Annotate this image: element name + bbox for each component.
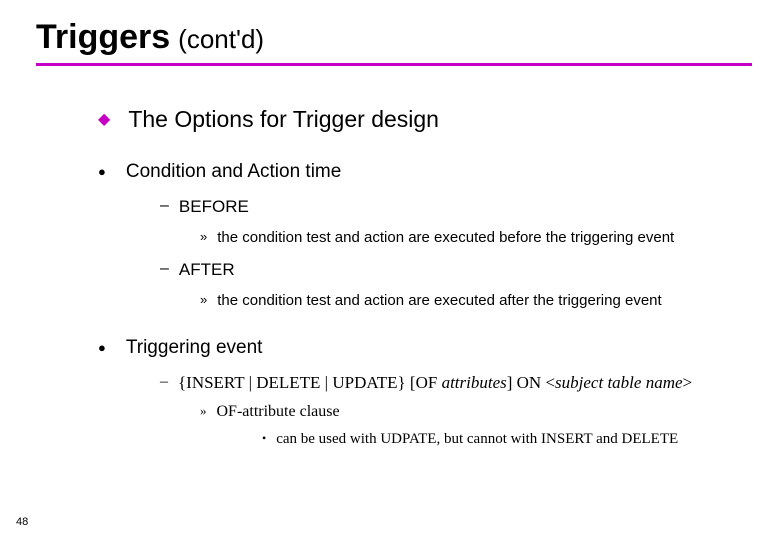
lv5-text: can be used with UDPATE, but cannot with…	[276, 431, 678, 448]
lv5-item: • can be used with UDPATE, but cannot wi…	[262, 431, 752, 448]
lv1-text: The Options for Trigger design	[128, 106, 439, 133]
title-light: (cont'd)	[178, 24, 264, 55]
lv4-item: » the condition test and action are exec…	[200, 229, 752, 246]
lv2-text: Condition and Action time	[126, 161, 341, 183]
lv4-text: the condition test and action are execut…	[217, 229, 674, 246]
dash-icon: –	[160, 373, 168, 391]
syntax-p4: subject table name	[555, 373, 682, 392]
lv1-item: ◆ The Options for Trigger design	[98, 106, 752, 133]
syntax-p3: ] ON <	[507, 373, 555, 392]
lv4-item: » OF-attribute clause	[200, 403, 752, 421]
lv4-text: OF-attribute clause	[217, 403, 340, 421]
raquo-icon: »	[200, 403, 207, 419]
lv4-item: » the condition test and action are exec…	[200, 292, 752, 309]
title-bold: Triggers	[36, 18, 170, 57]
syntax-p5: >	[683, 373, 693, 392]
lv2-item: ● Triggering event	[98, 337, 752, 359]
disc-icon: ●	[98, 340, 106, 355]
lv4-text: the condition test and action are execut…	[217, 292, 661, 309]
raquo-icon: »	[200, 229, 207, 244]
lv2-text: Triggering event	[126, 337, 263, 359]
slide-title: Triggers (cont'd)	[36, 18, 752, 57]
dash-icon: –	[160, 260, 169, 278]
dash-icon: –	[160, 197, 169, 215]
slide-body: ◆ The Options for Trigger design ● Condi…	[36, 106, 752, 448]
syntax-p2: attributes	[442, 373, 507, 392]
raquo-icon: »	[200, 292, 207, 307]
bullet-icon: •	[262, 431, 266, 446]
disc-icon: ●	[98, 164, 106, 179]
lv3-text: BEFORE	[179, 197, 249, 217]
lv3-syntax: – {INSERT | DELETE | UPDATE} [OF attribu…	[160, 373, 752, 393]
lv3-text: AFTER	[179, 260, 235, 280]
diamond-icon: ◆	[98, 109, 110, 129]
syntax-line: {INSERT | DELETE | UPDATE} [OF attribute…	[178, 373, 692, 393]
page-number: 48	[16, 516, 28, 528]
lv3-item: – AFTER	[160, 260, 752, 280]
title-divider	[36, 63, 752, 66]
lv3-item: – BEFORE	[160, 197, 752, 217]
syntax-p1: {INSERT | DELETE | UPDATE} [OF	[178, 373, 442, 392]
lv2-item: ● Condition and Action time	[98, 161, 752, 183]
